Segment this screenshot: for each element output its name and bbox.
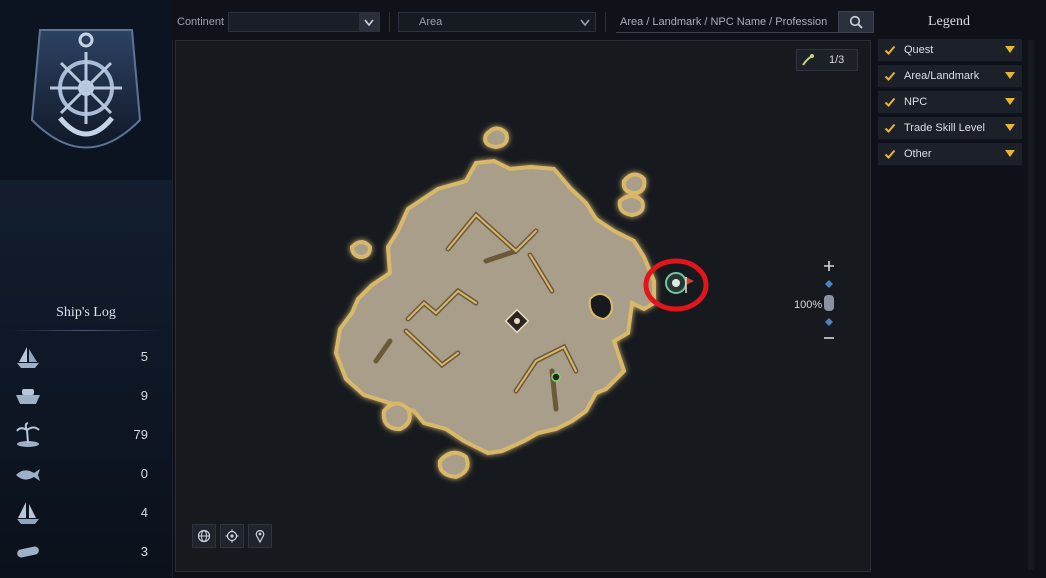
legend-item-quest[interactable]: Quest: [878, 39, 1022, 62]
pin-icon: [255, 530, 265, 543]
boat-icon: [16, 389, 40, 404]
map-page-indicator[interactable]: 1/3: [796, 49, 858, 71]
chevron-down-icon[interactable]: [1004, 149, 1016, 159]
continent-label: Continent: [177, 16, 225, 28]
zoom-down-arrow-icon[interactable]: [824, 317, 834, 327]
chevron-down-icon[interactable]: [1004, 123, 1016, 133]
map-filter-bar: Continent Area: [172, 0, 876, 40]
world-map-button[interactable]: [192, 524, 216, 548]
legend-item-area-landmark[interactable]: Area/Landmark: [878, 65, 1022, 88]
log-row-sailing-ships[interactable]: 5: [0, 340, 172, 374]
zoom-in-icon[interactable]: [822, 259, 836, 273]
island-map[interactable]: [176, 41, 871, 572]
log-count: 79: [133, 427, 148, 442]
route-pin-icon: [797, 50, 819, 70]
log-row-boats[interactable]: 9: [0, 379, 172, 413]
anchor-helm-emblem-icon: [0, 0, 172, 180]
log-row-scrolls[interactable]: 3: [0, 535, 172, 569]
checkmark-icon[interactable]: [884, 96, 896, 108]
divider: [389, 12, 390, 32]
legend-item-trade-skill-level[interactable]: Trade Skill Level: [878, 117, 1022, 140]
center-on-player-button[interactable]: [220, 524, 244, 548]
search-icon: [849, 15, 863, 29]
chevron-down-icon[interactable]: [359, 13, 379, 31]
legend-item-label: Quest: [904, 44, 934, 56]
legend-item-label: Other: [904, 148, 932, 160]
ships-log-title: Ship's Log: [56, 305, 116, 320]
log-row-islands[interactable]: 79: [0, 418, 172, 452]
chevron-down-icon[interactable]: [575, 13, 595, 31]
area-value: Area: [419, 16, 443, 28]
log-row-sea-creatures[interactable]: 0: [0, 457, 172, 491]
page-indicator-text: 1/3: [829, 54, 845, 66]
sailing-ship-icon: [17, 347, 39, 368]
zoom-controls: 100%: [794, 259, 864, 349]
zoom-up-arrow-icon[interactable]: [824, 279, 834, 289]
divider: [10, 330, 162, 331]
search-button[interactable]: [838, 11, 874, 33]
chevron-down-icon[interactable]: [1004, 97, 1016, 107]
zoom-level: 100%: [794, 299, 823, 311]
area-dropdown[interactable]: Area: [398, 12, 596, 32]
whale-icon: [16, 469, 40, 481]
legend-scrollbar[interactable]: [1028, 40, 1034, 570]
checkmark-icon[interactable]: [884, 148, 896, 160]
log-count: 9: [140, 388, 148, 403]
globe-icon: [197, 529, 211, 543]
legend-item-label: Trade Skill Level: [904, 122, 985, 134]
left-panel: Ship's Log 5 9 79 0 4 3: [0, 0, 173, 578]
checkmark-icon[interactable]: [884, 122, 896, 134]
log-row-ghost-ships[interactable]: 4: [0, 496, 172, 530]
palm-island-icon: [16, 422, 40, 447]
legend-title: Legend: [928, 14, 970, 29]
legend-panel: Legend Quest Area/Landmark NPC Trade Ski…: [876, 0, 1046, 578]
chevron-down-icon[interactable]: [1004, 71, 1016, 81]
log-count: 4: [140, 505, 148, 520]
legend-item-other[interactable]: Other: [878, 143, 1022, 166]
log-count: 3: [140, 544, 148, 559]
map-lake: [588, 293, 613, 321]
legend-item-label: NPC: [904, 96, 928, 108]
chevron-down-icon[interactable]: [1004, 45, 1016, 55]
divider: [605, 12, 606, 32]
checkmark-icon[interactable]: [884, 70, 896, 82]
legend-item-npc[interactable]: NPC: [878, 91, 1022, 114]
legend-item-label: Area/Landmark: [904, 70, 980, 82]
map-portal-marker: [665, 272, 694, 294]
locate-icon: [225, 529, 239, 543]
map-quest-marker: [551, 372, 561, 382]
scroll-icon: [17, 546, 39, 558]
log-count: 0: [140, 466, 148, 481]
checkmark-icon[interactable]: [884, 44, 896, 56]
continent-dropdown[interactable]: [228, 12, 380, 32]
zoom-out-icon[interactable]: [822, 331, 836, 345]
map-view[interactable]: 1/3 100%: [175, 40, 871, 572]
place-marker-button[interactable]: [248, 524, 272, 548]
search-input[interactable]: [616, 11, 838, 33]
zoom-slider-handle[interactable]: [824, 295, 834, 311]
log-count: 5: [140, 349, 148, 364]
ghost-ship-icon: [17, 502, 39, 524]
